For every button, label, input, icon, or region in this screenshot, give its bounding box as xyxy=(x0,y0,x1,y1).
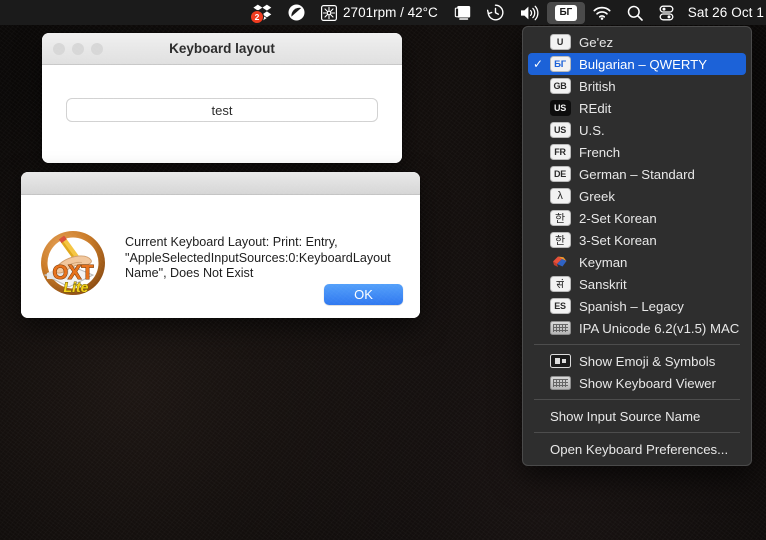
menu-item-label: 2-Set Korean xyxy=(579,210,657,226)
sanskrit-badge-icon: सं xyxy=(549,276,571,292)
menu-item-label: Show Keyboard Viewer xyxy=(579,375,716,391)
ipa-keyboard-icon xyxy=(549,320,571,336)
keyboard-test-input[interactable]: test xyxy=(66,98,378,122)
menu-item-show-input-source-name[interactable]: Show Input Source Name xyxy=(528,405,746,427)
do-not-disturb-icon xyxy=(288,4,305,21)
menu-item-ipa-unicode[interactable]: IPA Unicode 6.2(v1.5) MAC xyxy=(528,317,746,339)
menu-item-label: British xyxy=(579,78,616,94)
menu-item-label: Bulgarian – QWERTY xyxy=(579,56,708,72)
menu-item-show-keyboard-viewer[interactable]: Show Keyboard Viewer xyxy=(528,372,746,394)
menu-bar: 2 2701rpm / 42°C БГ Sat 26 Oct 1 xyxy=(0,0,766,25)
menu-item-label: Greek xyxy=(579,188,615,204)
menu-bar-control-center[interactable] xyxy=(651,2,682,24)
menu-item-show-emoji-symbols[interactable]: Show Emoji & Symbols xyxy=(528,350,746,372)
display-icon xyxy=(454,5,470,20)
menu-bar-fan-speed[interactable]: 2701rpm / 42°C xyxy=(313,2,446,24)
menu-item-french[interactable]: FR French xyxy=(528,141,746,163)
redit-badge-icon: US xyxy=(549,100,571,116)
french-badge-icon: FR xyxy=(549,144,571,160)
menu-item-label: Show Emoji & Symbols xyxy=(579,353,716,369)
menu-separator-3 xyxy=(534,432,740,433)
keyboard-viewer-icon xyxy=(549,375,571,391)
menu-item-british[interactable]: GB British xyxy=(528,75,746,97)
menu-item-spanish-legacy[interactable]: ES Spanish – Legacy xyxy=(528,295,746,317)
window-content: test xyxy=(42,65,402,163)
greek-badge-icon: λ xyxy=(549,188,571,204)
window-title-bar: Keyboard layout xyxy=(42,33,402,65)
spanish-badge-icon: ES xyxy=(549,298,571,314)
keyboard-layout-window: Keyboard layout test xyxy=(42,33,402,163)
dropbox-icon: 2 xyxy=(250,4,272,24)
menu-item-label: Keyman xyxy=(579,254,628,270)
menu-item-us[interactable]: US U.S. xyxy=(528,119,746,141)
search-icon xyxy=(627,5,643,21)
korean-2set-badge-icon: 한 xyxy=(549,210,571,226)
menu-item-label: Ge'ez xyxy=(579,34,614,50)
menu-item-open-keyboard-preferences[interactable]: Open Keyboard Preferences... xyxy=(528,438,746,460)
british-badge-icon: GB xyxy=(549,78,571,94)
menu-item-label: U.S. xyxy=(579,122,605,138)
minimize-button[interactable] xyxy=(72,42,84,55)
menu-bar-input-source[interactable]: БГ xyxy=(546,1,585,24)
menu-bar-spotlight[interactable] xyxy=(619,2,651,24)
keyboard-flag-icon: БГ xyxy=(554,4,577,21)
clock-history-icon xyxy=(486,4,504,21)
menu-item-redit[interactable]: US REdit xyxy=(528,97,746,119)
control-center-icon xyxy=(659,5,674,20)
menu-separator-1 xyxy=(534,344,740,345)
us-badge-icon: US xyxy=(549,122,571,138)
korean-3set-badge-icon: 한 xyxy=(549,232,571,248)
wifi-icon xyxy=(593,6,611,20)
alert-title-bar xyxy=(21,172,420,195)
german-badge-icon: DE xyxy=(549,166,571,182)
menu-item-label: 3-Set Korean xyxy=(579,232,657,248)
menu-item-geez[interactable]: U Ge'ez xyxy=(528,31,746,53)
dropbox-badge-count: 2 xyxy=(250,10,265,24)
desktop: 2 2701rpm / 42°C БГ Sat 26 Oct 1 Keyboar… xyxy=(0,0,766,540)
menu-bar-display[interactable] xyxy=(446,2,479,24)
speaker-icon xyxy=(520,5,539,20)
menu-item-label: French xyxy=(579,144,621,160)
menu-separator-2 xyxy=(534,399,740,400)
ok-button[interactable]: OK xyxy=(324,284,403,305)
oxt-lite-icon: OXT Lite xyxy=(39,229,107,297)
zoom-button[interactable] xyxy=(91,42,103,55)
menu-item-german-standard[interactable]: DE German – Standard xyxy=(528,163,746,185)
menu-item-label: Spanish – Legacy xyxy=(579,298,684,314)
menu-bar-volume[interactable] xyxy=(512,2,547,24)
keyman-logo-icon xyxy=(549,254,571,270)
emoji-symbols-icon xyxy=(549,353,571,369)
menu-bar-wifi[interactable] xyxy=(585,2,619,24)
menu-item-2-set-korean[interactable]: 한 2-Set Korean xyxy=(528,207,746,229)
alert-message: Current Keyboard Layout: Print: Entry, "… xyxy=(125,235,391,280)
bulgarian-badge-icon: БГ xyxy=(549,56,571,72)
menu-item-greek[interactable]: λ Greek xyxy=(528,185,746,207)
menu-item-label: IPA Unicode 6.2(v1.5) MAC xyxy=(579,320,740,336)
fan-icon xyxy=(321,4,338,21)
menu-bar-dropbox[interactable]: 2 xyxy=(245,2,280,24)
menu-item-label: German – Standard xyxy=(579,166,695,182)
lite-wordmark: Lite xyxy=(64,279,89,295)
menu-item-label: REdit xyxy=(579,100,612,116)
alert-dialog: OXT Lite Current Keyboard Layout: Print:… xyxy=(21,172,420,318)
traffic-lights xyxy=(42,42,103,55)
menu-bar-do-not-disturb[interactable] xyxy=(280,2,313,24)
geez-badge-icon: U xyxy=(549,34,571,50)
menu-bar-clock[interactable]: Sat 26 Oct 1 xyxy=(682,2,764,24)
menu-item-label: Sanskrit xyxy=(579,276,627,292)
menu-item-keyman[interactable]: Keyman xyxy=(528,251,746,273)
close-button[interactable] xyxy=(53,42,65,55)
menu-item-3-set-korean[interactable]: 한 3-Set Korean xyxy=(528,229,746,251)
alert-content: OXT Lite Current Keyboard Layout: Print:… xyxy=(21,195,420,318)
menu-bar-time-machine[interactable] xyxy=(479,2,512,24)
menu-item-bulgarian-qwerty[interactable]: ✓ БГ Bulgarian – QWERTY xyxy=(528,53,746,75)
menu-item-sanskrit[interactable]: सं Sanskrit xyxy=(528,273,746,295)
input-source-menu: U Ge'ez ✓ БГ Bulgarian – QWERTY GB Briti… xyxy=(522,26,752,466)
fan-speed-label: 2701rpm / 42°C xyxy=(343,5,438,20)
checkmark-icon: ✓ xyxy=(533,57,544,71)
